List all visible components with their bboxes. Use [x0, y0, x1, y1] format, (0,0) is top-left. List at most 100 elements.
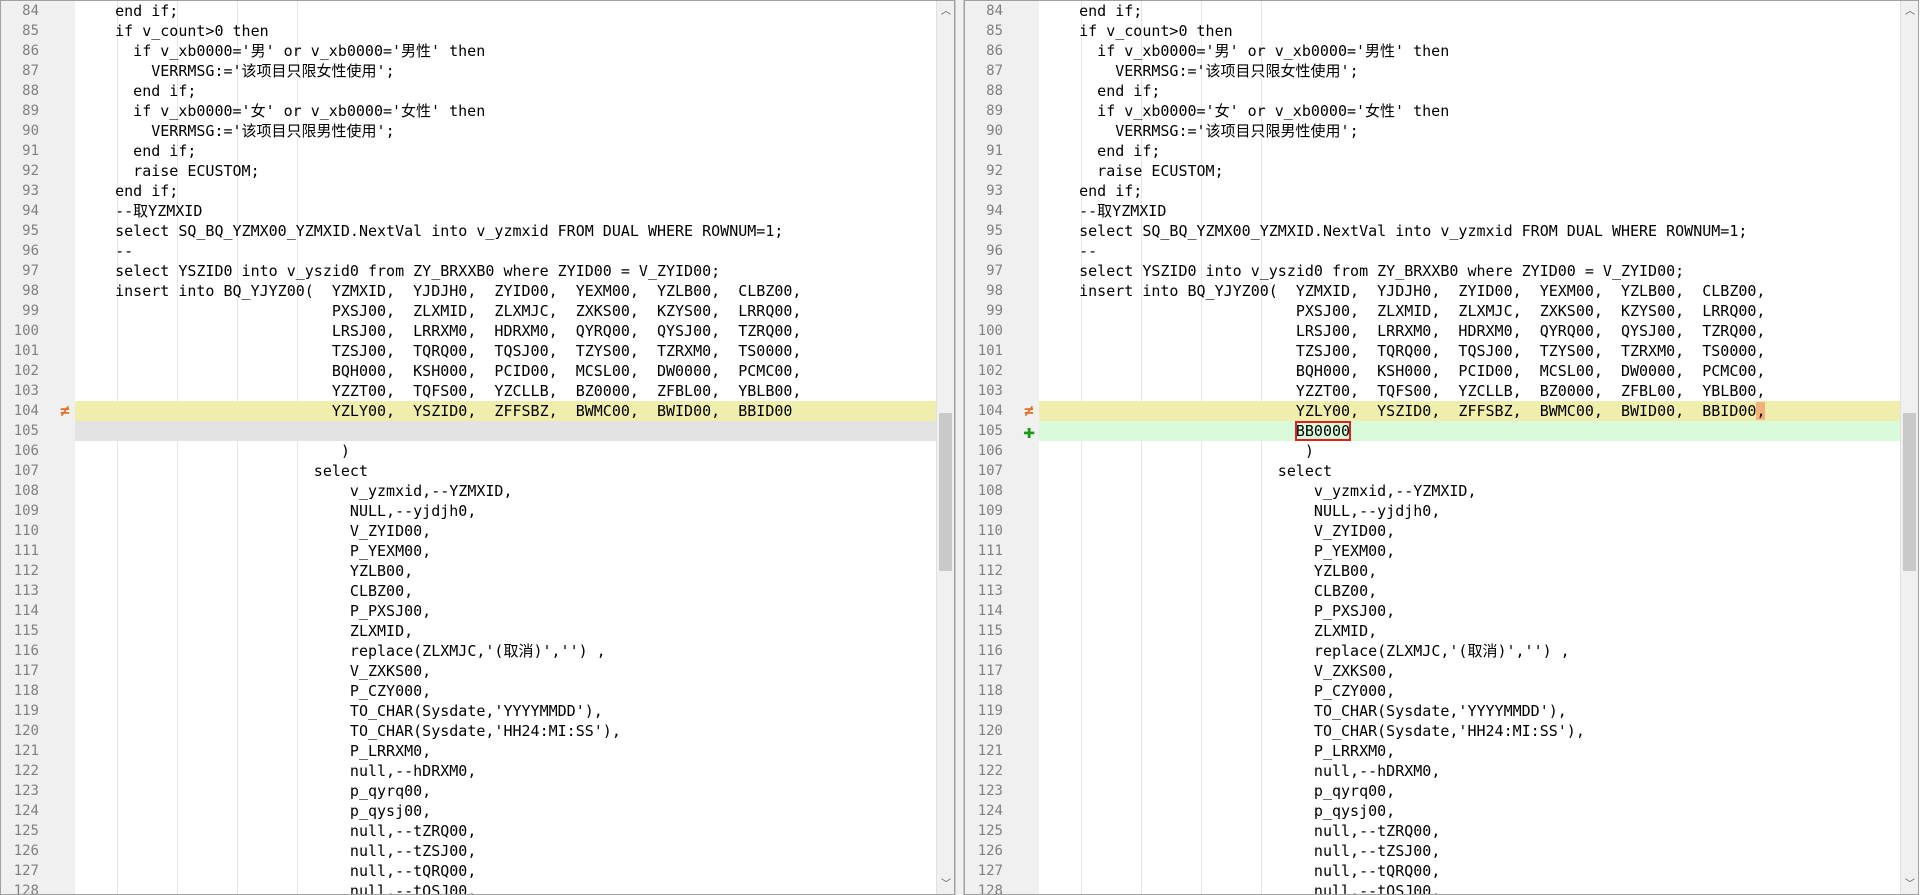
left-code-line[interactable]: 102 BQH000, KSH000, PCID00, MCSL00, DW00…	[1, 361, 936, 381]
left-code-line[interactable]: 123 p_qyrq00,	[1, 781, 936, 801]
right-code-line[interactable]: 113 CLBZ00,	[965, 581, 1900, 601]
code-text[interactable]: P_LRRXM0,	[75, 741, 936, 761]
code-text[interactable]: V_ZYID00,	[1039, 521, 1900, 541]
code-text[interactable]: select YSZID0 into v_yszid0 from ZY_BRXX…	[1039, 261, 1900, 281]
code-text[interactable]: --	[75, 241, 936, 261]
code-text[interactable]: BQH000, KSH000, PCID00, MCSL00, DW0000, …	[75, 361, 936, 381]
code-text[interactable]: end if;	[75, 81, 936, 101]
code-text[interactable]: YZZT00, TQFS00, YZCLLB, BZ0000, ZFBL00, …	[1039, 381, 1900, 401]
code-text[interactable]: YZLB00,	[1039, 561, 1900, 581]
code-text[interactable]: P_YEXM00,	[1039, 541, 1900, 561]
code-text[interactable]: CLBZ00,	[75, 581, 936, 601]
scroll-down-icon[interactable]: ﹀	[937, 876, 954, 894]
left-code-line[interactable]: 120 TO_CHAR(Sysdate,'HH24:MI:SS'),	[1, 721, 936, 741]
right-code-line[interactable]: 108 v_yzmxid,--YZMXID,	[965, 481, 1900, 501]
right-code-line[interactable]: 106 )	[965, 441, 1900, 461]
code-text[interactable]: )	[1039, 441, 1900, 461]
code-text[interactable]: raise ECUSTOM;	[1039, 161, 1900, 181]
scroll-up-icon[interactable]: ︿	[937, 3, 954, 21]
code-text[interactable]: replace(ZLXMJC,'(取消)','') ,	[1039, 641, 1900, 661]
code-text[interactable]: --取YZMXID	[1039, 201, 1900, 221]
left-code-line[interactable]: 116 replace(ZLXMJC,'(取消)','') ,	[1, 641, 936, 661]
left-code-line[interactable]: 111 P_YEXM00,	[1, 541, 936, 561]
code-text[interactable]: select SQ_BQ_YZMX00_YZMXID.NextVal into …	[75, 221, 936, 241]
code-text[interactable]: null,--hDRXM0,	[75, 761, 936, 781]
right-vertical-scrollbar[interactable]: ︿ ﹀	[1900, 1, 1918, 894]
right-code-line[interactable]: 86 if v_xb0000='男' or v_xb0000='男性' then	[965, 41, 1900, 61]
left-code-line[interactable]: 90 VERRMSG:='该项目只限男性使用';	[1, 121, 936, 141]
code-text[interactable]: --	[1039, 241, 1900, 261]
code-text[interactable]: end if;	[75, 181, 936, 201]
code-text[interactable]: TO_CHAR(Sysdate,'YYYYMMDD'),	[1039, 701, 1900, 721]
code-text[interactable]: v_yzmxid,--YZMXID,	[75, 481, 936, 501]
right-code-line[interactable]: 116 replace(ZLXMJC,'(取消)','') ,	[965, 641, 1900, 661]
right-code-line[interactable]: 93 end if;	[965, 181, 1900, 201]
code-text[interactable]: P_LRRXM0,	[1039, 741, 1900, 761]
right-code-line[interactable]: 128 null,--tQSJ00,	[965, 881, 1900, 894]
code-text[interactable]: P_YEXM00,	[75, 541, 936, 561]
left-vertical-scrollbar[interactable]: ︿ ﹀	[936, 1, 954, 894]
code-text[interactable]: V_ZXKS00,	[75, 661, 936, 681]
left-code-line[interactable]: 118 P_CZY000,	[1, 681, 936, 701]
right-code-line[interactable]: 84 end if;	[965, 1, 1900, 21]
left-code-line[interactable]: 91 end if;	[1, 141, 936, 161]
right-code-line[interactable]: 117 V_ZXKS00,	[965, 661, 1900, 681]
left-code-line[interactable]: 117 V_ZXKS00,	[1, 661, 936, 681]
left-code-line[interactable]: 95 select SQ_BQ_YZMX00_YZMXID.NextVal in…	[1, 221, 936, 241]
left-code-line[interactable]: 88 end if;	[1, 81, 936, 101]
right-code-line[interactable]: 120 TO_CHAR(Sysdate,'HH24:MI:SS'),	[965, 721, 1900, 741]
code-text[interactable]: null,--tZSJ00,	[1039, 841, 1900, 861]
left-code-line[interactable]: 89 if v_xb0000='女' or v_xb0000='女性' then	[1, 101, 936, 121]
right-code-line[interactable]: 87 VERRMSG:='该项目只限女性使用';	[965, 61, 1900, 81]
code-text[interactable]: raise ECUSTOM;	[75, 161, 936, 181]
code-text[interactable]: YZLY00, YSZID0, ZFFSBZ, BWMC00, BWID00, …	[1039, 401, 1900, 421]
code-text[interactable]: CLBZ00,	[1039, 581, 1900, 601]
right-code-line[interactable]: 121 P_LRRXM0,	[965, 741, 1900, 761]
right-code-line[interactable]: 104 ≠ YZLY00, YSZID0, ZFFSBZ, BWMC00, BWI…	[965, 401, 1900, 421]
code-text[interactable]: insert into BQ_YJYZ00( YZMXID, YJDJH0, Z…	[75, 281, 936, 301]
right-code-line[interactable]: 96 --	[965, 241, 1900, 261]
left-code-line[interactable]: 87 VERRMSG:='该项目只限女性使用';	[1, 61, 936, 81]
left-code-line[interactable]: 108 v_yzmxid,--YZMXID,	[1, 481, 936, 501]
left-code-line[interactable]: 125 null,--tZRQ00,	[1, 821, 936, 841]
code-text[interactable]: end if;	[1039, 81, 1900, 101]
right-code-line[interactable]: 88 end if;	[965, 81, 1900, 101]
right-code-lines[interactable]: 84 end if; 85 if v_count>0 then 86 if v_xb…	[965, 1, 1900, 894]
code-text[interactable]: )	[75, 441, 936, 461]
code-text[interactable]: p_qyrq00,	[1039, 781, 1900, 801]
right-code-line[interactable]: 102 BQH000, KSH000, PCID00, MCSL00, DW00…	[965, 361, 1900, 381]
left-code-line[interactable]: 93 end if;	[1, 181, 936, 201]
right-code-line[interactable]: 111 P_YEXM00,	[965, 541, 1900, 561]
left-code-line[interactable]: 86 if v_xb0000='男' or v_xb0000='男性' then	[1, 41, 936, 61]
left-code-line[interactable]: 99 PXSJ00, ZLXMID, ZLXMJC, ZXKS00, KZYS0…	[1, 301, 936, 321]
left-code-line[interactable]: 115 ZLXMID,	[1, 621, 936, 641]
code-text[interactable]: TZSJ00, TQRQ00, TQSJ00, TZYS00, TZRXM0, …	[75, 341, 936, 361]
right-code-line[interactable]: 119 TO_CHAR(Sysdate,'YYYYMMDD'),	[965, 701, 1900, 721]
code-text[interactable]: BQH000, KSH000, PCID00, MCSL00, DW0000, …	[1039, 361, 1900, 381]
code-text[interactable]: null,--hDRXM0,	[1039, 761, 1900, 781]
code-text[interactable]: end if;	[75, 1, 936, 21]
code-text[interactable]: select	[1039, 461, 1900, 481]
right-code-line[interactable]: 89 if v_xb0000='女' or v_xb0000='女性' then	[965, 101, 1900, 121]
code-text[interactable]: LRSJ00, LRRXM0, HDRXM0, QYRQ00, QYSJ00, …	[1039, 321, 1900, 341]
code-text[interactable]	[75, 421, 936, 441]
code-text[interactable]: if v_xb0000='女' or v_xb0000='女性' then	[75, 101, 936, 121]
left-code-line[interactable]: 112 YZLB00,	[1, 561, 936, 581]
right-code-line[interactable]: 100 LRSJ00, LRRXM0, HDRXM0, QYRQ00, QYSJ…	[965, 321, 1900, 341]
code-text[interactable]: replace(ZLXMJC,'(取消)','') ,	[75, 641, 936, 661]
left-code-line[interactable]: 100 LRSJ00, LRRXM0, HDRXM0, QYRQ00, QYSJ…	[1, 321, 936, 341]
right-code-line[interactable]: 115 ZLXMID,	[965, 621, 1900, 641]
scroll-thumb[interactable]	[939, 413, 952, 571]
code-text[interactable]: PXSJ00, ZLXMID, ZLXMJC, ZXKS00, KZYS00, …	[75, 301, 936, 321]
left-code-lines[interactable]: 84 end if; 85 if v_count>0 then 86 if v_xb…	[1, 1, 936, 894]
left-code-line[interactable]: 127 null,--tQRQ00,	[1, 861, 936, 881]
right-code-line[interactable]: 125 null,--tZRQ00,	[965, 821, 1900, 841]
right-code-line[interactable]: 101 TZSJ00, TQRQ00, TQSJ00, TZYS00, TZRX…	[965, 341, 1900, 361]
code-text[interactable]: p_qysj00,	[75, 801, 936, 821]
right-code-line[interactable]: 90 VERRMSG:='该项目只限男性使用';	[965, 121, 1900, 141]
left-code-line[interactable]: 107 select	[1, 461, 936, 481]
left-code-line[interactable]: 105	[1, 421, 936, 441]
left-code-line[interactable]: 104 ≠ YZLY00, YSZID0, ZFFSBZ, BWMC00, BWI…	[1, 401, 936, 421]
right-code-line[interactable]: 85 if v_count>0 then	[965, 21, 1900, 41]
code-text[interactable]: YZLY00, YSZID0, ZFFSBZ, BWMC00, BWID00, …	[75, 401, 936, 421]
